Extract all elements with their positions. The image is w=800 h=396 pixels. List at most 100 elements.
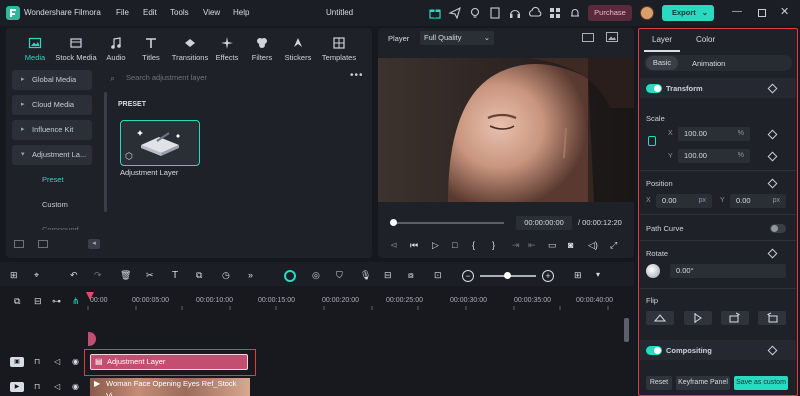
minimize-icon[interactable]: —	[732, 6, 742, 17]
marker-icon[interactable]: ⊟	[384, 270, 396, 282]
rotate-left-button[interactable]	[758, 311, 786, 325]
audio-stretch-icon[interactable]: ⊡	[434, 270, 446, 282]
speed-icon[interactable]: ◷	[222, 270, 234, 282]
rotate-right-button[interactable]	[721, 311, 749, 325]
lock-ratio-icon[interactable]	[648, 136, 656, 146]
layout-icon[interactable]: ⊞	[10, 270, 22, 282]
library-adjustment-layer[interactable]: Adjustment La...	[12, 145, 92, 165]
lock-track-icon[interactable]: ⊓	[34, 357, 44, 367]
lightbulb-icon[interactable]	[468, 6, 482, 20]
new-folder-icon[interactable]	[14, 240, 24, 248]
add-track-icon[interactable]: ⧉	[14, 296, 26, 308]
track-manage-icon[interactable]: ⊟	[34, 296, 46, 308]
keyframe-panel-button[interactable]: Keyframe Panel	[676, 376, 730, 390]
zoom-slider-handle[interactable]	[504, 272, 511, 279]
library-cloud-media[interactable]: Cloud Media	[12, 95, 92, 115]
video-preview[interactable]	[378, 58, 634, 202]
mark-in-icon[interactable]: ⊲	[390, 240, 402, 252]
tab-layer[interactable]: Layer	[652, 35, 672, 44]
menu-edit[interactable]: Edit	[143, 8, 157, 17]
track-volume-icon[interactable]: ◁	[54, 382, 64, 392]
volume-icon[interactable]: ◁)	[588, 240, 600, 252]
mark-in-brace-icon[interactable]: {	[472, 240, 484, 252]
subtab-animation[interactable]: Animation	[692, 59, 725, 68]
adjustment-layer-card[interactable]: ⬡	[120, 120, 200, 166]
video-clip[interactable]: ▶ Woman Face Opening Eyes Ref_Stock Vi..…	[90, 378, 250, 396]
rotate-dial[interactable]	[646, 264, 660, 278]
scale-x-input[interactable]: 100.00 %	[678, 127, 750, 141]
avatar[interactable]	[640, 6, 654, 20]
microphone-icon[interactable]: 🎙	[360, 270, 372, 282]
link-icon[interactable]: ⊶	[52, 296, 64, 308]
gift-icon[interactable]	[428, 6, 442, 20]
position-y-input[interactable]: 0.00 px	[730, 194, 786, 208]
magnet-snap-icon[interactable]: ⋔	[72, 296, 84, 308]
tab-transitions[interactable]: Transitions	[168, 36, 212, 66]
send-icon[interactable]	[448, 6, 462, 20]
menu-tools[interactable]: Tools	[170, 8, 189, 17]
insert-icon[interactable]: ⇥	[512, 240, 524, 252]
snapshot-image-icon[interactable]	[606, 32, 618, 42]
grid-apps-icon[interactable]	[548, 6, 562, 20]
flip-vertical-button[interactable]	[646, 311, 674, 325]
previous-frame-icon[interactable]: ⏮	[410, 240, 422, 252]
library-scrollbar[interactable]	[104, 92, 107, 212]
render-icon[interactable]: ◎	[312, 270, 324, 282]
tab-effects[interactable]: Effects	[208, 36, 246, 66]
cloud-upload-icon[interactable]	[528, 6, 542, 20]
track-volume-icon[interactable]: ◁	[54, 357, 64, 367]
library-compound-clip[interactable]: Compound Clip	[12, 220, 92, 230]
grid-layout-icon[interactable]: ⊞	[574, 270, 586, 282]
mark-out-brace-icon[interactable]: }	[492, 240, 504, 252]
play-icon[interactable]: ▷	[432, 240, 444, 252]
flip-horizontal-button[interactable]	[684, 311, 712, 325]
current-timecode[interactable]: 00:00:00:00	[516, 216, 572, 230]
zoom-in-icon[interactable]: +	[542, 270, 554, 282]
camera-snapshot-icon[interactable]: ◙	[568, 240, 580, 252]
scrubber-handle[interactable]	[390, 219, 397, 226]
collapse-panel-icon[interactable]: ◂	[88, 239, 100, 249]
redo-icon[interactable]: ↷	[94, 270, 106, 282]
menu-view[interactable]: View	[203, 8, 220, 17]
ai-tools-icon[interactable]	[284, 270, 296, 282]
delete-icon[interactable]: 🗑	[120, 270, 132, 282]
rotate-input[interactable]: 0.00°	[670, 264, 786, 278]
timeline-vertical-scrollbar[interactable]	[624, 318, 629, 342]
transform-toggle[interactable]	[646, 84, 662, 93]
tab-media[interactable]: Media	[14, 36, 56, 66]
more-options-icon[interactable]: •••	[350, 70, 364, 81]
shield-icon[interactable]: ⛉	[336, 270, 348, 282]
overwrite-icon[interactable]: ⇤	[528, 240, 540, 252]
save-as-custom-button[interactable]: Save as custom	[734, 376, 788, 390]
tab-templates[interactable]: Templates	[316, 36, 362, 66]
search-input[interactable]: ⌕ Search adjustment layer	[108, 70, 364, 86]
text-tool-icon[interactable]: T	[172, 270, 184, 282]
path-curve-toggle[interactable]	[770, 224, 786, 233]
tab-stock-media[interactable]: Stock Media	[54, 36, 98, 66]
tab-color[interactable]: Color	[696, 35, 715, 44]
purchase-button[interactable]: Purchase	[588, 5, 632, 21]
snapshot-icon[interactable]: ⧇	[408, 270, 420, 282]
lock-track-icon[interactable]: ⊓	[34, 382, 44, 392]
stop-icon[interactable]: □	[452, 240, 464, 252]
select-tool-icon[interactable]: ⌖	[34, 270, 46, 282]
library-preset[interactable]: Preset	[12, 170, 92, 190]
maximize-icon[interactable]	[758, 9, 766, 17]
library-custom[interactable]: Custom	[12, 195, 92, 215]
fullscreen-icon[interactable]: ⤢	[610, 240, 622, 252]
export-button[interactable]: Export ⌄	[662, 5, 714, 21]
subtab-basic[interactable]: Basic	[646, 56, 678, 70]
menu-file[interactable]: File	[116, 8, 129, 17]
chevron-down-icon[interactable]: ▾	[596, 270, 608, 282]
reset-button[interactable]: Reset	[646, 376, 672, 390]
tab-audio[interactable]: Audio	[97, 36, 135, 66]
crop-icon[interactable]: ⧉	[196, 270, 208, 282]
playback-scrubber[interactable]	[392, 222, 504, 224]
position-x-input[interactable]: 0.00 px	[656, 194, 712, 208]
bell-icon[interactable]	[568, 6, 582, 20]
monitor-icon[interactable]: ▭	[548, 240, 560, 252]
eye-icon[interactable]: ◉	[72, 357, 82, 367]
quality-select[interactable]: Full Quality ⌄	[420, 31, 494, 45]
tab-titles[interactable]: Titles	[132, 36, 170, 66]
grid-view-icon[interactable]	[582, 33, 594, 42]
